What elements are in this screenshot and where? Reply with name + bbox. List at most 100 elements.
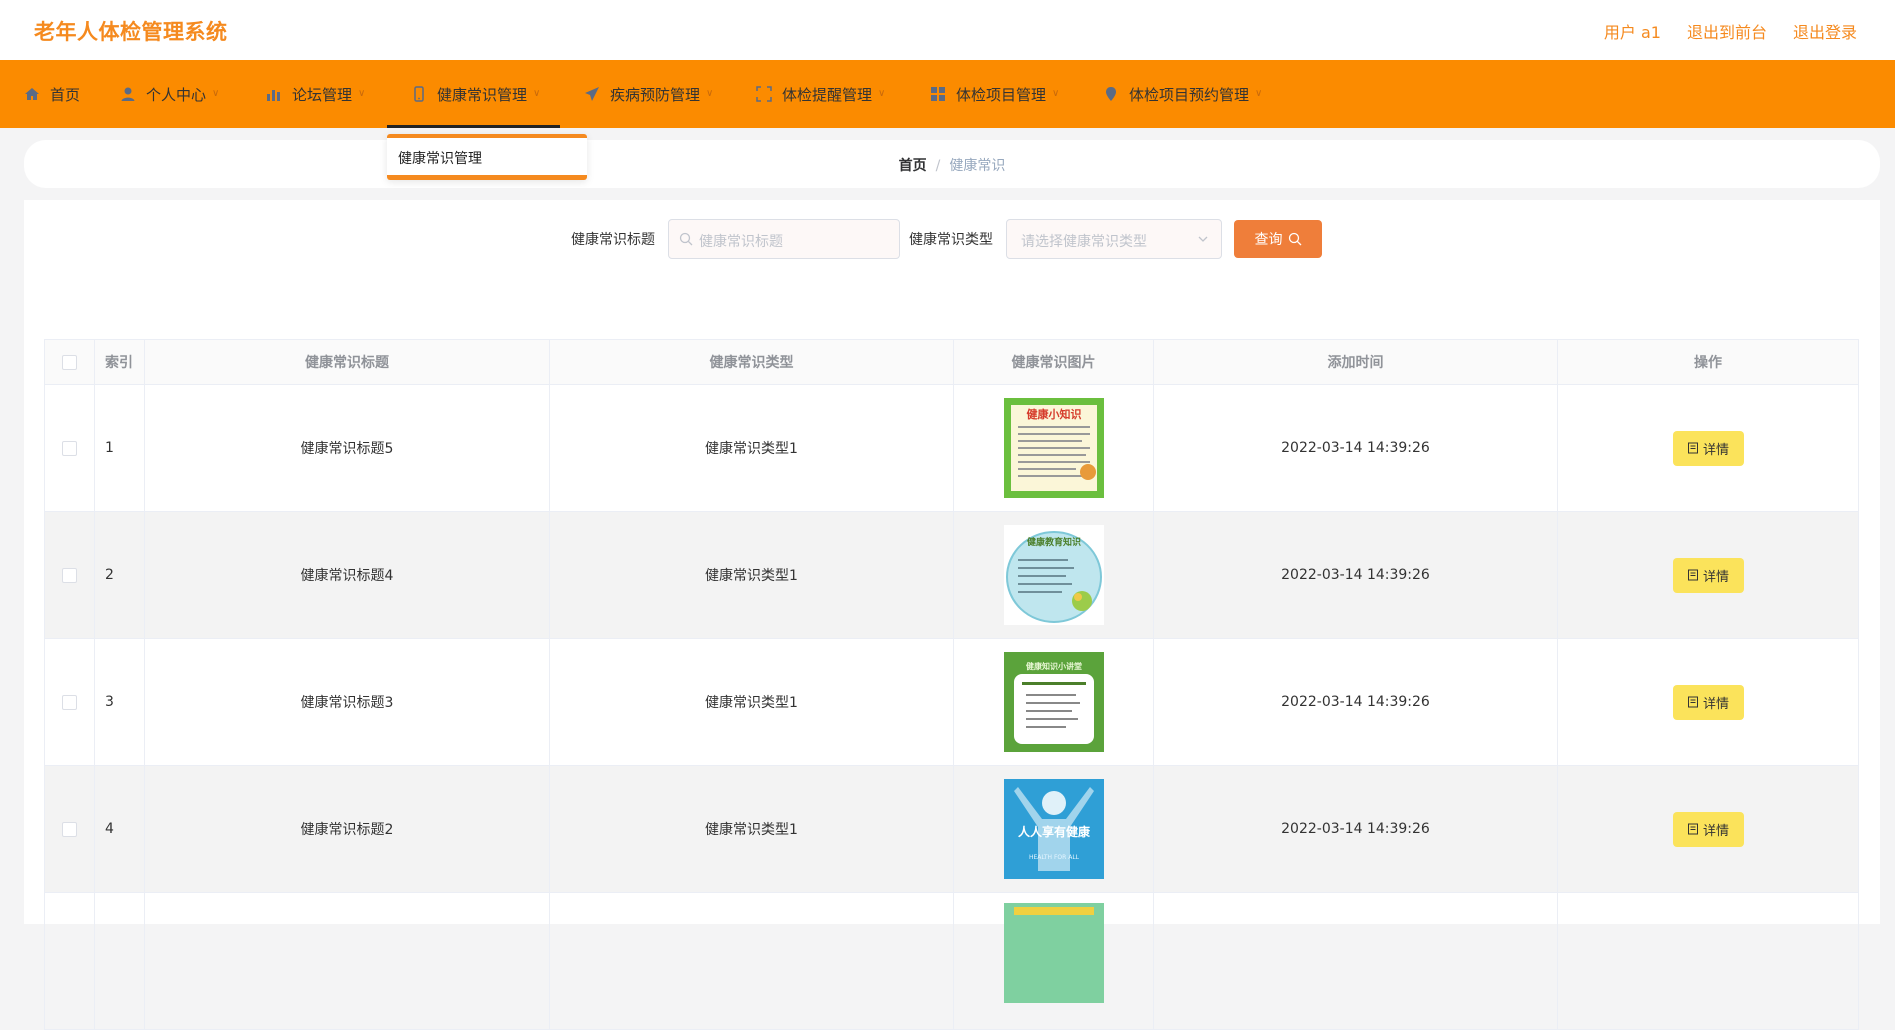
chevron-down-icon: ∨ xyxy=(358,87,366,99)
row-type xyxy=(549,892,954,1030)
nav-item-health-knowledge[interactable]: 健康常识管理 ∨ xyxy=(411,60,540,128)
row-select-cell xyxy=(44,384,95,512)
nav-label: 健康常识管理 xyxy=(437,85,528,104)
location-icon xyxy=(1103,86,1119,102)
select-all-checkbox[interactable] xyxy=(62,354,77,370)
nav-item-forum[interactable]: 论坛管理 ∨ xyxy=(266,60,365,128)
document-icon xyxy=(1687,823,1698,835)
poster-heading: 人人享有健康 xyxy=(1017,824,1090,839)
search-icon xyxy=(679,232,693,246)
nav-dropdown-menu: 健康常识管理 xyxy=(387,134,587,180)
type-select[interactable]: 请选择健康常识类型 xyxy=(1006,219,1222,259)
row-action-cell: 详情 xyxy=(1557,511,1859,639)
row-title: 健康常识标题3 xyxy=(144,638,550,766)
breadcrumb-home[interactable]: 首页 xyxy=(899,158,927,174)
detail-button-label: 详情 xyxy=(1702,695,1729,711)
poster-subheading: HEALTH FOR ALL xyxy=(1028,854,1079,861)
row-title xyxy=(144,892,550,1030)
detail-button-label: 详情 xyxy=(1702,441,1729,457)
logout-link[interactable]: 退出登录 xyxy=(1793,19,1857,43)
detail-button[interactable]: 详情 xyxy=(1672,430,1744,466)
health-poster-image-partial xyxy=(1003,903,1104,1003)
row-time xyxy=(1153,892,1558,1030)
row-index: 3 xyxy=(94,638,145,766)
nav-label: 体检项目预约管理 xyxy=(1129,85,1250,104)
row-image-cell: 健康小知识 xyxy=(953,384,1154,512)
title-search-input[interactable]: 健康常识标题 xyxy=(668,219,900,259)
document-icon xyxy=(1687,569,1698,581)
type-select-label: 健康常识类型 xyxy=(909,232,993,248)
row-type: 健康常识类型1 xyxy=(549,511,954,639)
title-search-label: 健康常识标题 xyxy=(571,232,655,248)
row-checkbox[interactable] xyxy=(62,440,77,456)
column-header-action: 操作 xyxy=(1557,339,1859,385)
nav-label: 个人中心 xyxy=(146,85,207,104)
row-action-cell: 详情 xyxy=(1557,765,1859,893)
detail-button[interactable]: 详情 xyxy=(1672,557,1744,593)
row-time: 2022-03-14 14:39:26 xyxy=(1153,511,1558,639)
health-lecture-poster-image: 健康知识小讲堂 xyxy=(1003,652,1104,752)
nav-item-checkup-appointments[interactable]: 体检项目预约管理 ∨ xyxy=(1103,60,1262,128)
nav-item-personal-center[interactable]: 个人中心 ∨ xyxy=(120,60,219,128)
nav-item-checkup-items[interactable]: 体检项目管理 ∨ xyxy=(930,60,1059,128)
user-name-link[interactable]: 用户 a1 xyxy=(1604,19,1661,43)
nav-label: 体检提醒管理 xyxy=(782,85,873,104)
main-nav: 首页 个人中心 ∨ 论坛管理 ∨ 健康常识管理 ∨ 疾病预防管理 ∨ 体检提醒管… xyxy=(0,60,1895,128)
nav-item-disease-prevention[interactable]: 疾病预防管理 ∨ xyxy=(584,60,713,128)
health-tips-poster-image: 健康小知识 xyxy=(1003,398,1104,498)
row-index: 4 xyxy=(94,765,145,893)
chevron-down-icon: ∨ xyxy=(878,87,886,99)
send-icon xyxy=(584,86,600,102)
row-title: 健康常识标题2 xyxy=(144,765,550,893)
row-action-cell: 详情 xyxy=(1557,638,1859,766)
nav-active-indicator xyxy=(387,125,560,128)
nav-label: 疾病预防管理 xyxy=(610,85,701,104)
nav-item-checkup-reminder[interactable]: 体检提醒管理 ∨ xyxy=(756,60,885,128)
top-header: 老年人体检管理系统 用户 a1 退出到前台 退出登录 xyxy=(0,0,1895,60)
row-type: 健康常识类型1 xyxy=(549,765,954,893)
breadcrumb-separator: / xyxy=(935,158,941,174)
health-education-poster-image: 健康教育知识 xyxy=(1003,525,1104,625)
row-time: 2022-03-14 14:39:26 xyxy=(1153,765,1558,893)
app-title: 老年人体检管理系统 xyxy=(34,20,228,44)
row-action-cell: 详情 xyxy=(1557,384,1859,512)
poster-heading: 健康教育知识 xyxy=(1026,536,1080,548)
dropdown-item-health-knowledge[interactable]: 健康常识管理 xyxy=(398,148,482,168)
chevron-down-icon: ∨ xyxy=(1052,87,1060,99)
exit-to-front-link[interactable]: 退出到前台 xyxy=(1687,19,1767,43)
nav-item-home[interactable]: 首页 xyxy=(24,60,80,128)
detail-button[interactable]: 详情 xyxy=(1672,684,1744,720)
user-icon xyxy=(120,86,136,102)
row-select-cell xyxy=(44,638,95,766)
health-knowledge-table: 索引 健康常识标题 健康常识类型 健康常识图片 添加时间 操作 1 健康常识标题… xyxy=(44,339,1859,1030)
title-search-placeholder: 健康常识标题 xyxy=(699,234,783,250)
row-checkbox[interactable] xyxy=(62,567,77,583)
home-icon xyxy=(24,86,40,102)
poster-heading: 健康知识小讲堂 xyxy=(1026,661,1082,671)
document-icon xyxy=(1687,696,1698,708)
detail-button[interactable]: 详情 xyxy=(1672,811,1744,847)
row-checkbox[interactable] xyxy=(62,694,77,710)
nav-label: 首页 xyxy=(50,85,81,104)
row-type: 健康常识类型1 xyxy=(549,638,954,766)
chevron-down-icon: ∨ xyxy=(212,87,220,99)
chevron-down-icon xyxy=(1198,236,1208,242)
table-row: 1 健康常识标题5 健康常识类型1 健康小知识 2022-03-14 14:39… xyxy=(44,384,1859,512)
row-image-cell xyxy=(953,892,1154,1030)
query-button[interactable]: 查询 xyxy=(1234,220,1322,258)
detail-button-label: 详情 xyxy=(1702,568,1729,584)
row-image-cell: 健康知识小讲堂 xyxy=(953,638,1154,766)
nav-label: 论坛管理 xyxy=(292,85,353,104)
row-checkbox[interactable] xyxy=(62,821,77,837)
row-title: 健康常识标题5 xyxy=(144,384,550,512)
table-row xyxy=(44,892,1859,1030)
table-row: 3 健康常识标题3 健康常识类型1 健康知识小讲堂 2022-03-14 14:… xyxy=(44,638,1859,766)
row-index xyxy=(94,892,145,1030)
chart-icon xyxy=(266,86,282,102)
table-row: 4 健康常识标题2 健康常识类型1 人人享有健康 HEALTH FOR ALL … xyxy=(44,765,1859,893)
column-header-title: 健康常识标题 xyxy=(144,339,550,385)
breadcrumb: 首页 / 健康常识 xyxy=(24,155,1880,175)
row-select-cell xyxy=(44,765,95,893)
health-for-all-poster-image: 人人享有健康 HEALTH FOR ALL xyxy=(1003,779,1104,879)
row-select-cell xyxy=(44,511,95,639)
